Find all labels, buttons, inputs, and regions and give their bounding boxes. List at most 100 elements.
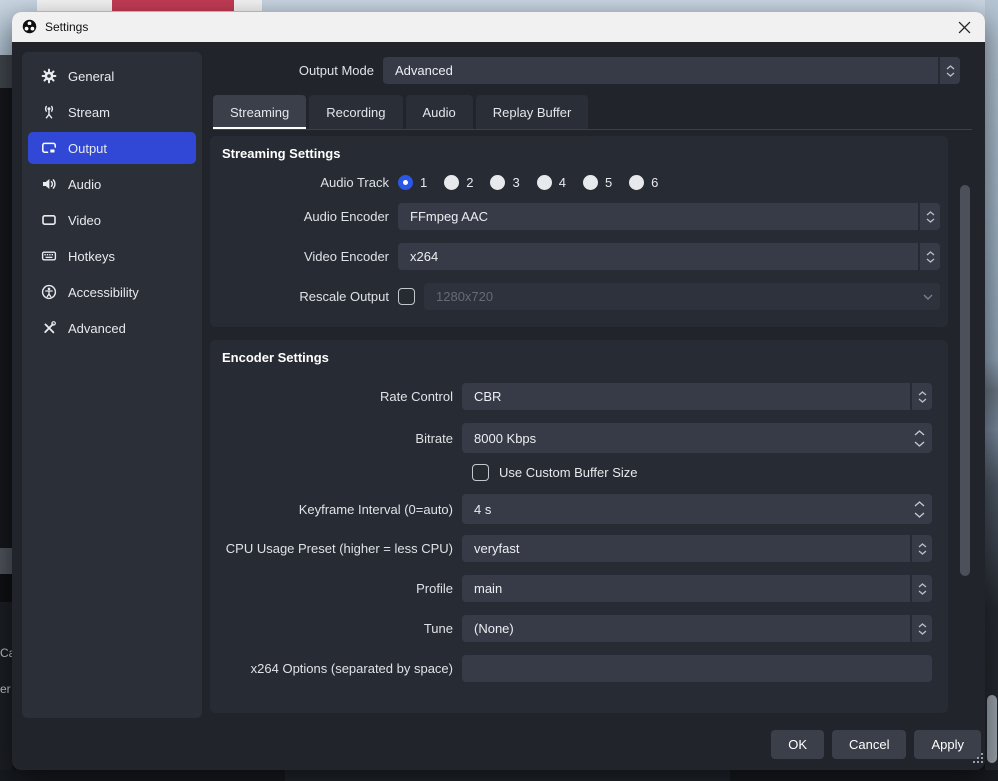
sidebar-item-general[interactable]: General [28, 60, 196, 92]
spinner-arrows-icon[interactable] [910, 575, 932, 602]
spinner-arrows-icon[interactable] [910, 615, 932, 642]
output-mode-select[interactable]: Advanced [383, 57, 960, 84]
tab-streaming[interactable]: Streaming [213, 95, 306, 129]
profile-value: main [462, 581, 910, 596]
monitor-icon [41, 212, 57, 228]
sidebar-item-label: Accessibility [68, 285, 139, 300]
radio-icon[interactable] [444, 175, 459, 190]
audio-track-option-4[interactable]: 4 [537, 175, 566, 190]
cpu-preset-select[interactable]: veryfast [462, 535, 932, 562]
video-encoder-select[interactable]: x264 [398, 243, 940, 270]
radio-icon[interactable] [490, 175, 505, 190]
close-button[interactable] [943, 12, 985, 42]
audio-track-option-2[interactable]: 2 [444, 175, 473, 190]
tune-label: Tune [222, 621, 462, 636]
profile-select[interactable]: main [462, 575, 932, 602]
audio-encoder-row: Audio Encoder FFmpeg AAC [222, 203, 940, 230]
radio-label: 2 [466, 175, 473, 190]
antenna-icon [41, 104, 57, 120]
tab-audio[interactable]: Audio [406, 95, 473, 129]
sidebar-item-accessibility[interactable]: Accessibility [28, 276, 196, 308]
x264-options-input[interactable] [462, 655, 932, 682]
radio-icon[interactable] [583, 175, 598, 190]
video-encoder-value: x264 [398, 249, 918, 264]
output-mode-row: Output Mode Advanced [210, 57, 972, 84]
bitrate-row: Bitrate 8000 Kbps [222, 423, 940, 453]
audio-encoder-select[interactable]: FFmpeg AAC [398, 203, 940, 230]
tune-row: Tune (None) [222, 615, 940, 642]
sidebar-item-label: Advanced [68, 321, 126, 336]
audio-encoder-label: Audio Encoder [222, 209, 398, 224]
tune-value: (None) [462, 621, 910, 636]
bitrate-label: Bitrate [222, 431, 462, 446]
rescale-output-checkbox[interactable] [398, 288, 415, 305]
audio-track-label: Audio Track [222, 175, 398, 190]
background-left-fragment [0, 574, 12, 602]
spinner-arrows-icon[interactable] [918, 243, 940, 270]
audio-track-option-6[interactable]: 6 [629, 175, 658, 190]
sidebar-item-label: Video [68, 213, 101, 228]
radio-checked-icon[interactable] [398, 175, 413, 190]
video-encoder-label: Video Encoder [222, 249, 398, 264]
keyframe-interval-label: Keyframe Interval (0=auto) [222, 502, 462, 517]
background-red-bar [112, 0, 234, 11]
output-mode-label: Output Mode [210, 63, 383, 78]
sidebar-item-stream[interactable]: Stream [28, 96, 196, 128]
radio-icon[interactable] [629, 175, 644, 190]
audio-track-option-3[interactable]: 3 [490, 175, 519, 190]
ok-button[interactable]: OK [771, 730, 824, 759]
radio-icon[interactable] [537, 175, 552, 190]
sidebar-item-output[interactable]: Output [28, 132, 196, 164]
spinner-arrows-icon[interactable] [910, 535, 932, 562]
sidebar-item-hotkeys[interactable]: Hotkeys [28, 240, 196, 272]
tune-select[interactable]: (None) [462, 615, 932, 642]
dialog-body: General Stream [12, 42, 985, 726]
sidebar-item-advanced[interactable]: Advanced [28, 312, 196, 344]
bitrate-spinbox[interactable]: 8000 Kbps [462, 423, 932, 453]
keyboard-icon [41, 248, 57, 264]
rescale-resolution-select[interactable]: 1280x720 [424, 283, 940, 310]
sidebar-item-video[interactable]: Video [28, 204, 196, 236]
rescale-output-row: Rescale Output 1280x720 [222, 283, 940, 310]
audio-track-option-5[interactable]: 5 [583, 175, 612, 190]
x264-options-row: x264 Options (separated by space) [222, 655, 940, 682]
spinner-arrows-icon[interactable] [938, 57, 960, 84]
output-tabs: Streaming Recording Audio Replay Buffer [213, 95, 972, 130]
tab-replay-buffer[interactable]: Replay Buffer [476, 95, 589, 129]
stepper-arrows-icon[interactable] [906, 494, 932, 524]
output-icon [41, 140, 57, 156]
custom-buffer-checkbox[interactable] [472, 464, 489, 481]
titlebar[interactable]: Settings [12, 12, 985, 42]
gear-icon [41, 68, 57, 84]
cpu-preset-label: CPU Usage Preset (higher = less CPU) [222, 541, 462, 556]
sidebar-item-label: General [68, 69, 114, 84]
resize-grip[interactable] [972, 751, 984, 769]
cancel-button[interactable]: Cancel [832, 730, 906, 759]
sidebar-item-label: Output [68, 141, 107, 156]
sidebar-item-audio[interactable]: Audio [28, 168, 196, 200]
spinner-arrows-icon[interactable] [910, 383, 932, 410]
stepper-arrows-icon[interactable] [906, 423, 932, 453]
rate-control-label: Rate Control [222, 389, 462, 404]
spinner-arrows-icon[interactable] [918, 203, 940, 230]
background-scrollbar-fragment [987, 695, 997, 763]
tools-icon [41, 320, 57, 336]
speaker-icon [41, 176, 57, 192]
rate-control-row: Rate Control CBR [222, 383, 940, 410]
tab-recording[interactable]: Recording [309, 95, 402, 129]
background-bottom-fragment [285, 770, 730, 781]
chevron-down-icon[interactable] [916, 283, 940, 310]
keyframe-interval-spinbox[interactable]: 4 s [462, 494, 932, 524]
obs-logo-icon [22, 19, 38, 35]
encoder-settings-panel: Encoder Settings Rate Control CBR Bit [210, 340, 948, 713]
audio-track-option-1[interactable]: 1 [398, 175, 427, 190]
window-title: Settings [45, 20, 943, 34]
content-scrollbar[interactable] [960, 185, 970, 576]
x264-options-label: x264 Options (separated by space) [222, 661, 462, 676]
desktop-background-right [985, 0, 998, 781]
footer: OK Cancel Apply [12, 726, 985, 770]
radio-label: 6 [651, 175, 658, 190]
rate-control-select[interactable]: CBR [462, 383, 932, 410]
custom-buffer-label: Use Custom Buffer Size [499, 465, 637, 480]
custom-buffer-row: Use Custom Buffer Size [472, 464, 940, 481]
